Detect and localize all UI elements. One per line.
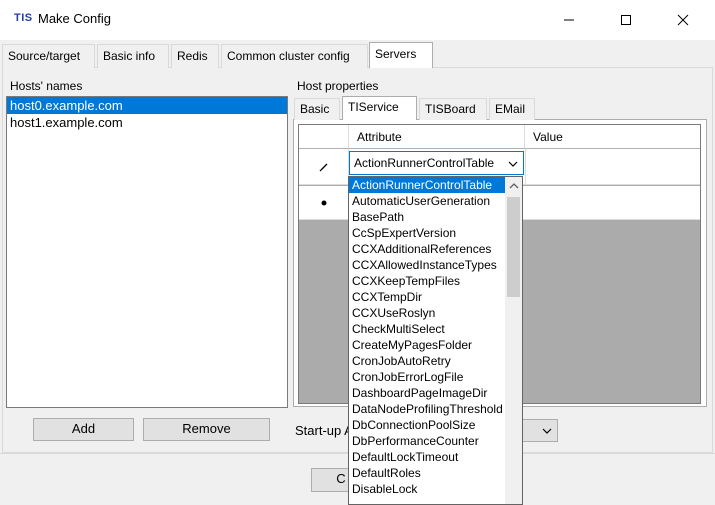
dropdown-item[interactable]: DashboardPageImageDir bbox=[349, 385, 505, 401]
close-button[interactable] bbox=[660, 0, 706, 40]
grid-header-value[interactable]: Value bbox=[525, 125, 700, 149]
hosts-names-label: Hosts' names bbox=[10, 79, 83, 93]
close-icon bbox=[677, 14, 689, 26]
subtab-basic[interactable]: Basic bbox=[294, 98, 340, 120]
startup-label: Start-up A bbox=[295, 423, 353, 438]
dropdown-item[interactable]: BasePath bbox=[349, 209, 505, 225]
dropdown-item[interactable]: CcSpExpertVersion bbox=[349, 225, 505, 241]
chevron-down-icon bbox=[542, 428, 552, 434]
startup-combobox[interactable] bbox=[520, 419, 558, 442]
subtab-email[interactable]: EMail bbox=[489, 98, 535, 120]
dropdown-item[interactable]: AutomaticUserGeneration bbox=[349, 193, 505, 209]
grid-corner-header bbox=[299, 125, 349, 149]
row-header[interactable] bbox=[299, 149, 349, 184]
dropdown-item[interactable]: CheckMultiSelect bbox=[349, 321, 505, 337]
dropdown-item[interactable]: CCXUseRoslyn bbox=[349, 305, 505, 321]
scroll-up-button[interactable] bbox=[505, 177, 522, 194]
window-title: Make Config bbox=[38, 11, 111, 26]
subtab-tiservice[interactable]: TIService bbox=[342, 96, 417, 120]
attribute-combobox-value: ActionRunnerControlTable bbox=[354, 156, 495, 170]
dropdown-item[interactable]: DbPerformanceCounter bbox=[349, 433, 505, 449]
tab-source-target[interactable]: Source/target bbox=[2, 44, 95, 68]
tab-basic-info[interactable]: Basic info bbox=[97, 44, 169, 68]
remove-host-button[interactable]: Remove bbox=[143, 418, 270, 441]
dropdown-item[interactable]: CronJobAutoRetry bbox=[349, 353, 505, 369]
minimize-button[interactable] bbox=[546, 0, 592, 40]
attribute-combobox[interactable]: ActionRunnerControlTable bbox=[349, 151, 524, 175]
dropdown-items: ActionRunnerControlTable AutomaticUserGen… bbox=[349, 177, 505, 497]
pencil-icon bbox=[319, 163, 327, 171]
dropdown-item[interactable]: CCXAdditionalReferences bbox=[349, 241, 505, 257]
add-host-button[interactable]: Add bbox=[33, 418, 134, 441]
attribute-dropdown-list[interactable]: ActionRunnerControlTable AutomaticUserGen… bbox=[348, 176, 523, 505]
tab-redis[interactable]: Redis bbox=[171, 44, 219, 68]
maximize-button[interactable] bbox=[603, 0, 649, 40]
dropdown-item[interactable]: DbConnectionPoolSize bbox=[349, 417, 505, 433]
hosts-list[interactable]: host0.example.com host1.example.com bbox=[6, 96, 288, 408]
dropdown-item[interactable]: DataNodeProfilingThreshold bbox=[349, 401, 505, 417]
dropdown-item[interactable]: CCXAllowedInstanceTypes bbox=[349, 257, 505, 273]
dropdown-scrollbar[interactable] bbox=[505, 177, 522, 504]
chevron-up-icon bbox=[509, 182, 518, 188]
tab-common-cluster-config[interactable]: Common cluster config bbox=[221, 44, 368, 68]
dropdown-item[interactable]: DisableLock bbox=[349, 481, 505, 497]
app-logo: TIS bbox=[14, 12, 33, 24]
scroll-thumb[interactable] bbox=[507, 197, 520, 297]
dropdown-item[interactable]: CCXTempDir bbox=[349, 289, 505, 305]
row-header[interactable] bbox=[299, 186, 349, 219]
chevron-down-icon bbox=[507, 158, 519, 172]
host-list-item[interactable]: host0.example.com bbox=[7, 97, 287, 114]
grid-header-attribute[interactable]: Attribute bbox=[349, 125, 525, 149]
asterisk-icon bbox=[321, 200, 326, 205]
dropdown-item[interactable]: CronJobErrorLogFile bbox=[349, 369, 505, 385]
host-list-item[interactable]: host1.example.com bbox=[7, 114, 287, 131]
dropdown-item[interactable]: DefaultRoles bbox=[349, 465, 505, 481]
subtab-tisboard[interactable]: TISBoard bbox=[419, 98, 487, 120]
tab-servers[interactable]: Servers bbox=[369, 42, 433, 68]
maximize-icon bbox=[621, 15, 631, 25]
dropdown-item[interactable]: ActionRunnerControlTable bbox=[349, 177, 505, 193]
dropdown-item[interactable]: CCXKeepTempFiles bbox=[349, 273, 505, 289]
dropdown-item[interactable]: DefaultLockTimeout bbox=[349, 449, 505, 465]
dropdown-item[interactable]: CreateMyPagesFolder bbox=[349, 337, 505, 353]
minimize-icon bbox=[564, 19, 574, 21]
host-properties-label: Host properties bbox=[297, 79, 379, 93]
